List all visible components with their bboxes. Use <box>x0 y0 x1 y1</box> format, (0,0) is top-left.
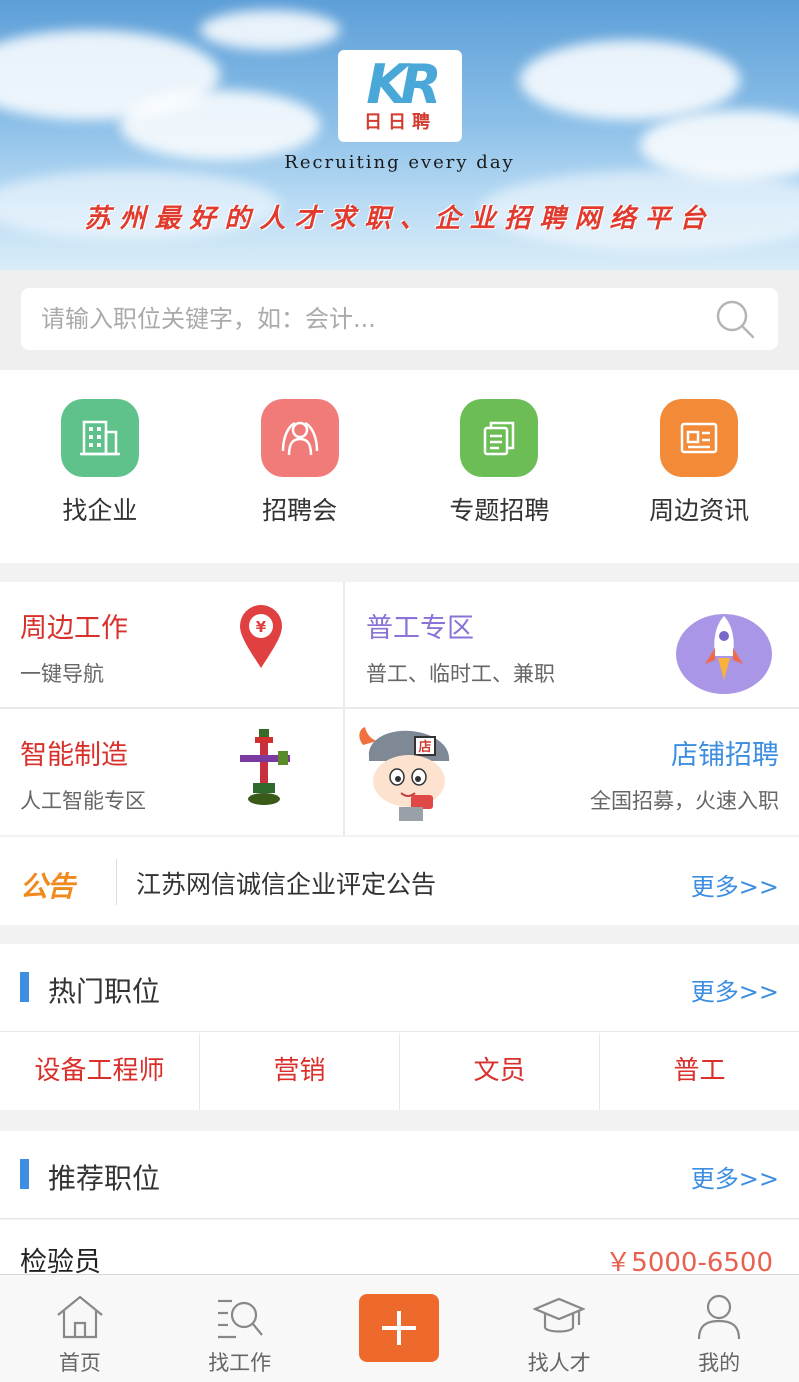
hot-jobs-title: 热门职位 <box>48 975 161 1008</box>
recommended-header: 推荐职位 更多>> <box>0 1131 799 1219</box>
feature-title: 普工专区 <box>366 613 474 644</box>
home-icon <box>57 1295 103 1339</box>
people-icon <box>260 399 339 477</box>
hot-job-tag[interactable]: 设备工程师 <box>0 1033 200 1110</box>
job-list-item[interactable]: 检验员 ￥5000-6500 <box>0 1220 799 1278</box>
tab-find-job[interactable]: 找工作 <box>160 1275 320 1382</box>
user-icon <box>697 1294 741 1340</box>
quick-nav-job-fair[interactable]: 招聘会 <box>200 370 400 563</box>
announcement-more-link[interactable]: 更多>> <box>691 867 779 902</box>
feature-shop-recruiting[interactable]: 店 店铺招聘 全国招募，火速入职 <box>345 709 799 835</box>
feature-grid: 周边工作 一键导航 ¥ 普工专区 普工、临时工、兼职 智能制造 人工智能专区 店… <box>0 582 799 835</box>
valve-icon <box>240 729 290 805</box>
feature-subtitle: 全国招募，火速入职 <box>590 789 779 813</box>
hot-job-tag[interactable]: 营销 <box>200 1033 400 1110</box>
shop-badge-text: 店 <box>418 739 431 755</box>
recommended-section: 推荐职位 更多>> <box>0 1131 799 1219</box>
tab-profile[interactable]: 我的 <box>639 1275 799 1382</box>
bottom-tab-bar: 首页 找工作 找人才 我的 <box>0 1274 799 1382</box>
search-section <box>0 270 799 370</box>
hot-job-tag[interactable]: 普工 <box>600 1033 799 1110</box>
search-bar <box>21 288 778 350</box>
announcement-text[interactable]: 江苏网信诚信企业评定公告 <box>136 865 436 901</box>
hot-jobs-more-link[interactable]: 更多>> <box>691 972 779 1007</box>
tagline-chinese: 苏州最好的人才求职、企业招聘网络平台 <box>84 204 715 234</box>
feature-title: 周边工作 <box>20 613 128 644</box>
tab-label: 首页 <box>58 1351 101 1375</box>
quick-nav-label: 招聘会 <box>262 496 338 525</box>
feature-nearby-jobs[interactable]: 周边工作 一键导航 ¥ <box>0 582 343 707</box>
hot-job-tag[interactable]: 文员 <box>400 1033 600 1110</box>
tab-post[interactable] <box>320 1275 480 1382</box>
feature-subtitle: 普工、临时工、兼职 <box>366 662 555 686</box>
header-banner: KR 日日聘 Recruiting every day 苏州最好的人才求职、企业… <box>0 0 799 270</box>
quick-nav-nearby-news[interactable]: 周边资讯 <box>599 370 799 563</box>
tab-find-talent[interactable]: 找人才 <box>479 1275 639 1382</box>
documents-icon <box>460 399 539 477</box>
hot-jobs-section: 热门职位 更多>> 设备工程师 营销 文员 普工 <box>0 944 799 1110</box>
tab-label: 找人才 <box>527 1351 591 1375</box>
hot-job-tags: 设备工程师 营销 文员 普工 <box>0 1033 799 1110</box>
feature-title: 智能制造 <box>20 740 128 771</box>
quick-nav-find-company[interactable]: 找企业 <box>0 370 200 563</box>
svg-text:¥: ¥ <box>256 618 267 636</box>
search-input[interactable] <box>41 288 701 350</box>
plus-button[interactable] <box>359 1293 440 1362</box>
feature-subtitle: 人工智能专区 <box>20 789 146 813</box>
quick-nav: 找企业 招聘会 专题招聘 周边资讯 <box>0 370 799 563</box>
announcement-bar[interactable]: 公告 江苏网信诚信企业评定公告 更多>> <box>0 837 799 925</box>
location-pin-icon: ¥ <box>240 605 282 668</box>
hot-jobs-header: 热门职位 更多>> <box>0 944 799 1032</box>
feature-general-labor[interactable]: 普工专区 普工、临时工、兼职 <box>345 582 799 707</box>
recommended-title: 推荐职位 <box>48 1162 161 1195</box>
app-logo: KR 日日聘 <box>338 50 462 142</box>
divider <box>116 859 117 905</box>
tab-label: 我的 <box>698 1351 741 1375</box>
rocket-icon <box>676 614 772 694</box>
section-accent-bar <box>20 1159 29 1189</box>
tab-label: 找工作 <box>208 1351 272 1375</box>
plus-icon <box>382 1310 417 1345</box>
quick-nav-label: 专题招聘 <box>449 496 550 525</box>
building-icon <box>60 399 139 477</box>
tab-home[interactable]: 首页 <box>0 1275 160 1382</box>
feature-smart-manufacturing[interactable]: 智能制造 人工智能专区 <box>0 709 343 835</box>
section-accent-bar <box>20 972 29 1002</box>
job-search-icon <box>217 1299 263 1339</box>
news-icon <box>660 399 739 477</box>
quick-nav-label: 周边资讯 <box>649 496 750 525</box>
recommended-more-link[interactable]: 更多>> <box>691 1159 779 1194</box>
feature-title: 店铺招聘 <box>671 740 779 771</box>
graduation-cap-icon <box>533 1297 586 1333</box>
search-icon[interactable] <box>714 298 756 340</box>
feature-subtitle: 一键导航 <box>20 662 104 686</box>
logo-name: 日日聘 <box>364 112 436 133</box>
tagline-english: Recruiting every day <box>284 152 515 173</box>
announcement-logo: 公告 <box>20 870 75 903</box>
quick-nav-label: 找企业 <box>62 496 138 525</box>
shop-mascot-icon: 店 <box>359 727 450 821</box>
quick-nav-special-recruit[interactable]: 专题招聘 <box>400 370 600 563</box>
logo-mark: KR <box>366 53 441 116</box>
